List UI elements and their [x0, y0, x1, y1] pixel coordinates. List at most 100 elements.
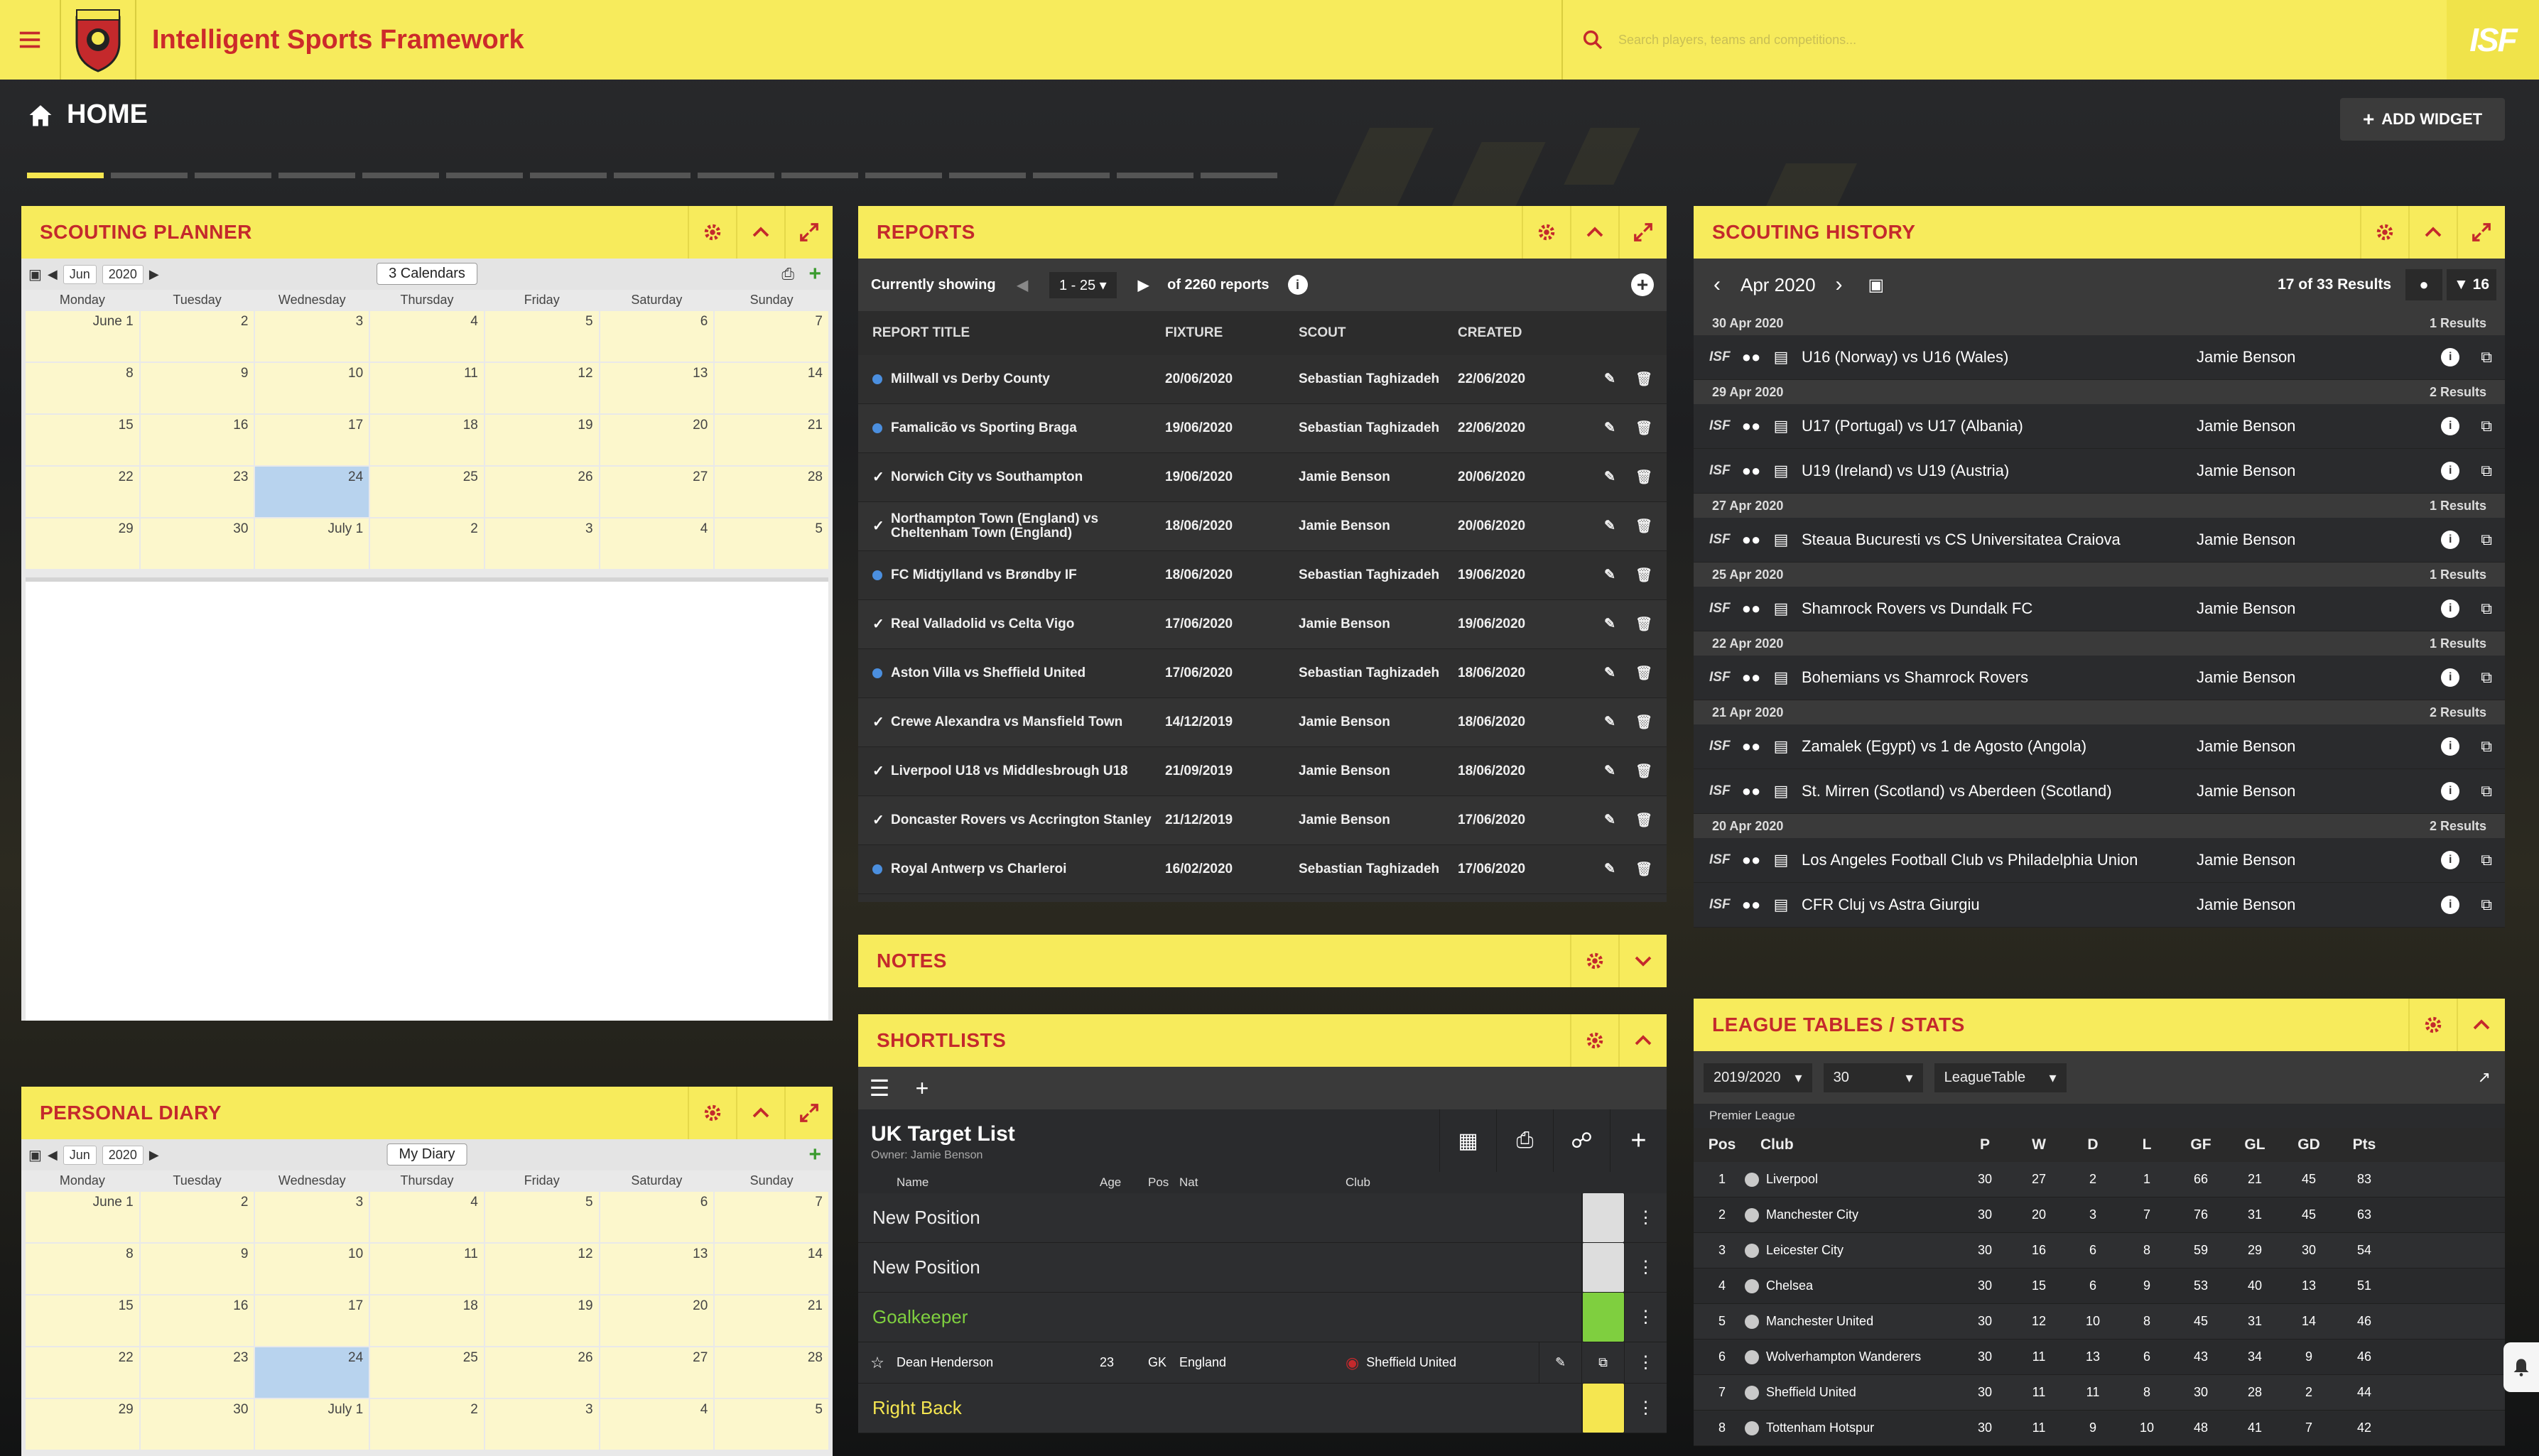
range-select[interactable]: 1 - 25 ▾ — [1049, 271, 1117, 298]
league-row[interactable]: 6 Wolverhampton Wanderers 30 11 13 6 43 34 9 46 — [1694, 1340, 2505, 1375]
notifications-button[interactable] — [2503, 1342, 2539, 1392]
expand-button[interactable] — [1618, 206, 1667, 259]
copy-icon[interactable]: ⧉ — [2481, 851, 2492, 869]
collapse-button[interactable] — [1570, 206, 1618, 259]
calendar-day[interactable]: 12 — [484, 1244, 599, 1294]
calendar-day[interactable]: 22 — [26, 467, 139, 517]
calendar-day-today[interactable]: 24 — [255, 1347, 369, 1398]
calendar-day[interactable]: 16 — [140, 1295, 254, 1346]
calendar-day[interactable]: 2 — [370, 1399, 484, 1450]
collapse-button[interactable] — [2408, 206, 2457, 259]
next-page-button[interactable]: ▶ — [1138, 276, 1149, 294]
calendar-day[interactable]: 13 — [600, 363, 714, 413]
calendar-day[interactable]: 6 — [600, 311, 714, 362]
settings-button[interactable] — [1522, 206, 1570, 259]
dashboard-tab[interactable] — [614, 173, 691, 178]
report-title[interactable]: Famalicão vs Sporting Braga — [891, 421, 1077, 435]
round-select[interactable]: 30 ▾ — [1823, 1063, 1923, 1092]
copy-icon[interactable]: ⧉ — [2481, 348, 2492, 366]
calendar-day[interactable]: 5 — [484, 311, 599, 362]
edit-icon[interactable]: ✎ — [1604, 469, 1615, 486]
more-icon[interactable]: ⋮ — [1624, 1243, 1667, 1292]
dashboard-tab[interactable] — [865, 173, 942, 178]
calendar-day[interactable]: 18 — [370, 415, 484, 465]
more-icon[interactable]: ⋮ — [1624, 1342, 1667, 1383]
status-square-icon[interactable] — [1581, 1293, 1624, 1342]
history-row[interactable]: ISF ●● ▤ Bohemians vs Shamrock Rovers Jamie … — [1694, 656, 2505, 700]
calendars-button[interactable]: 3 Calendars — [377, 263, 477, 285]
calendar-day[interactable]: 20 — [600, 415, 714, 465]
calendar-day[interactable]: 8 — [26, 1244, 139, 1294]
month-select[interactable]: Jun — [63, 264, 97, 284]
info-icon[interactable]: i — [2441, 599, 2460, 618]
prev-month-button[interactable]: ◀ — [48, 1148, 58, 1163]
status-square-icon[interactable] — [1581, 1384, 1624, 1433]
table-row[interactable]: ✓ Doncaster Rovers vs Accrington Stanley 2… — [858, 796, 1667, 845]
report-title[interactable]: Royal Antwerp vs Charleroi — [891, 862, 1066, 876]
month-select[interactable]: Jun — [63, 1145, 97, 1165]
col-scout[interactable]: SCOUT — [1289, 325, 1448, 341]
history-row[interactable]: ISF ●● ▤ CFR Cluj vs Astra Giurgiu Jamie Ben… — [1694, 883, 2505, 928]
calendar-day[interactable]: 28 — [715, 467, 828, 517]
dashboard-tab[interactable] — [1117, 173, 1193, 178]
edit-icon[interactable]: ✎ — [1604, 763, 1615, 780]
calendar-day[interactable]: 5 — [715, 518, 828, 569]
history-row[interactable]: ISF ●● ▤ Shamrock Rovers vs Dundalk FC Jamie… — [1694, 587, 2505, 631]
league-col-header[interactable]: Pos — [1699, 1136, 1745, 1153]
add-widget-button[interactable]: + ADD WIDGET — [2340, 98, 2505, 141]
history-title[interactable]: U17 (Portugal) vs U17 (Albania) — [1796, 417, 2197, 435]
calendar-day[interactable]: 30 — [140, 518, 254, 569]
add-event-icon[interactable]: + — [808, 262, 821, 286]
search-input[interactable] — [1618, 32, 2045, 48]
calendar-day[interactable]: 3 — [484, 518, 599, 569]
user-filter-button[interactable]: ● — [2405, 269, 2442, 300]
info-icon[interactable]: i — [2441, 896, 2460, 914]
calendar-day[interactable]: 20 — [600, 1295, 714, 1346]
calendar-day[interactable]: 23 — [140, 1347, 254, 1398]
league-col-header[interactable]: P — [1958, 1136, 2012, 1153]
league-col-header[interactable]: GL — [2228, 1136, 2282, 1153]
calendar-day[interactable]: 28 — [715, 1347, 828, 1398]
league-col-header[interactable]: Club — [1745, 1136, 1958, 1153]
copy-icon[interactable]: ⧉ — [2481, 462, 2492, 480]
settings-button[interactable] — [688, 206, 736, 259]
edit-icon[interactable]: ✎ — [1604, 616, 1615, 633]
more-icon[interactable]: ⋮ — [1624, 1384, 1667, 1433]
calendar-day[interactable]: 11 — [370, 1244, 484, 1294]
menu-button[interactable] — [0, 0, 60, 80]
dashboard-tab[interactable] — [195, 173, 271, 178]
info-icon[interactable]: i — [2441, 531, 2460, 549]
history-title[interactable]: U19 (Ireland) vs U19 (Austria) — [1796, 462, 2197, 480]
collapse-button[interactable] — [2457, 999, 2505, 1051]
dashboard-tab[interactable] — [530, 173, 607, 178]
table-row[interactable]: Millwall vs Derby County 20/06/2020 Sebast… — [858, 355, 1667, 404]
history-title[interactable]: St. Mirren (Scotland) vs Aberdeen (Scotl… — [1796, 782, 2197, 800]
edit-icon[interactable]: ✎ — [1604, 812, 1615, 829]
next-month-button[interactable]: ▶ — [149, 267, 159, 282]
calendar-day[interactable]: 14 — [715, 1244, 828, 1294]
info-icon[interactable]: i — [1287, 275, 1308, 295]
report-title[interactable]: Millwall vs Derby County — [891, 372, 1050, 386]
report-title[interactable]: Doncaster Rovers vs Accrington Stanley — [891, 813, 1152, 827]
calendar-day[interactable]: 9 — [140, 1244, 254, 1294]
edit-icon[interactable]: ✎ — [1604, 420, 1615, 437]
dashboard-tab[interactable] — [111, 173, 188, 178]
dashboard-tab[interactable] — [1201, 173, 1277, 178]
calendar-day[interactable]: 26 — [484, 1347, 599, 1398]
calendar-day[interactable]: 23 — [140, 467, 254, 517]
edit-icon[interactable]: ✎ — [1604, 861, 1615, 878]
calendar-day[interactable]: 10 — [255, 363, 369, 413]
report-title[interactable]: Aston Villa vs Sheffield United — [891, 666, 1086, 680]
info-icon[interactable]: i — [2441, 417, 2460, 435]
league-row[interactable]: 4 Chelsea 30 15 6 9 53 40 13 51 — [1694, 1268, 2505, 1304]
delete-icon[interactable]: 🗑 — [1635, 469, 1652, 486]
star-icon[interactable]: ☆ — [858, 1354, 897, 1372]
history-title[interactable]: Shamrock Rovers vs Dundalk FC — [1796, 599, 2197, 618]
copy-icon[interactable]: ⧉ — [2481, 896, 2492, 914]
calendar-day[interactable]: July 1 — [255, 518, 369, 569]
club-logo[interactable] — [60, 0, 136, 80]
report-title[interactable]: Real Valladolid vs Celta Vigo — [891, 617, 1074, 631]
add-event-icon[interactable]: + — [808, 1143, 821, 1167]
info-icon[interactable]: i — [2441, 348, 2460, 366]
calendar-day[interactable]: 5 — [715, 1399, 828, 1450]
